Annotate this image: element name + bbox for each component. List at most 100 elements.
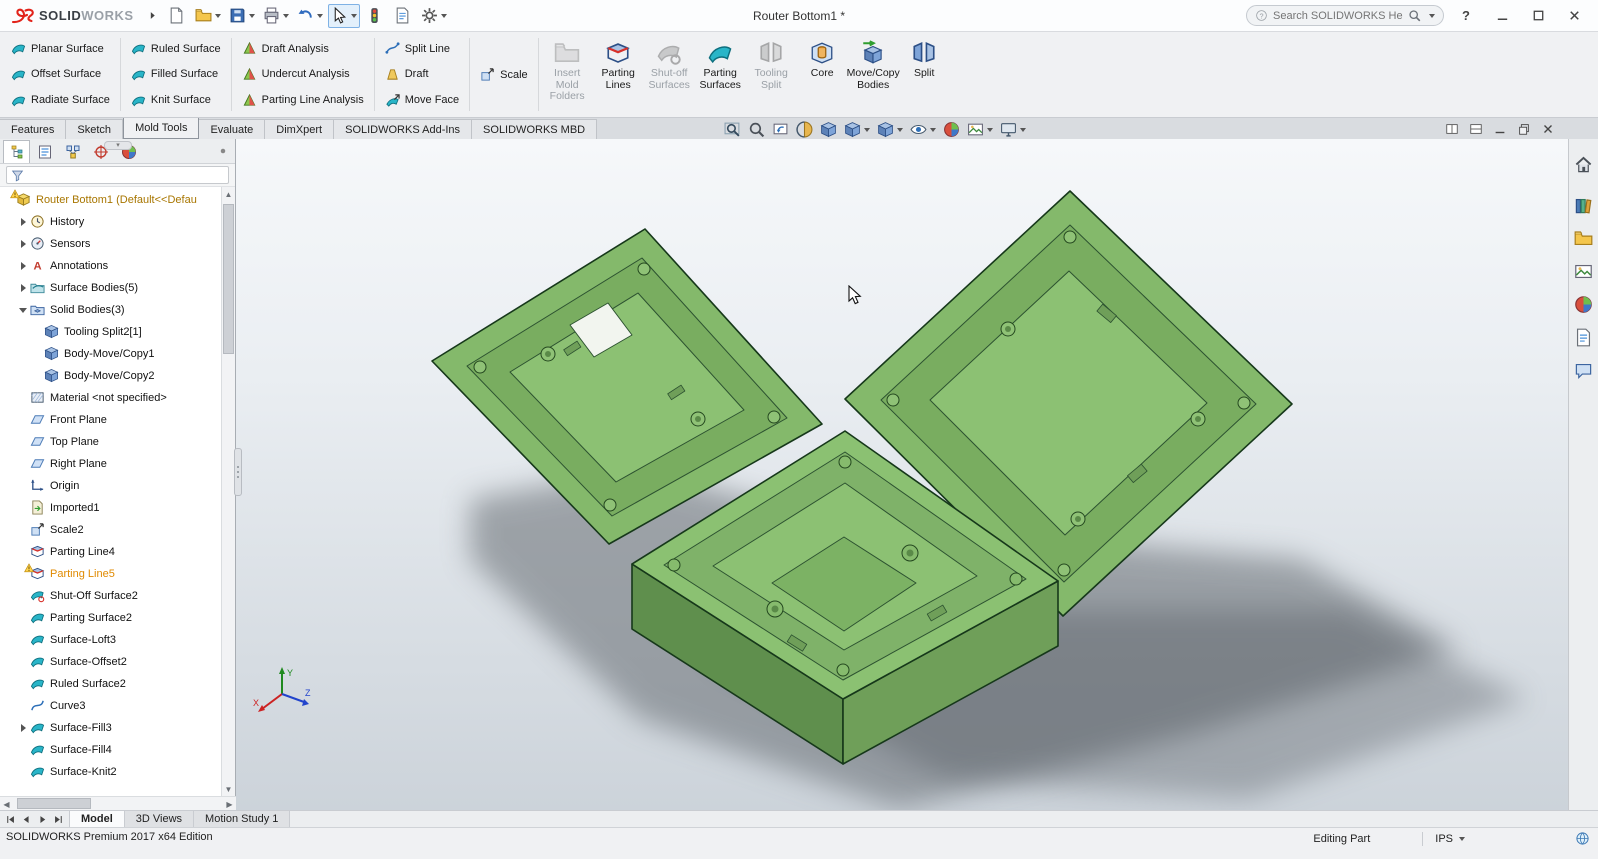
tree-item-surface-bodies-5[interactable]: Surface Bodies(5) <box>0 277 221 299</box>
scale-button[interactable]: Scale <box>475 65 533 84</box>
model-tab-last-button[interactable] <box>51 812 66 826</box>
home-button[interactable] <box>1573 153 1595 175</box>
offset-surface-button[interactable]: Offset Surface <box>6 65 115 84</box>
radiate-surface-button[interactable]: Radiate Surface <box>6 91 115 110</box>
scroll-up-icon[interactable]: ▲ <box>222 187 235 201</box>
model-tab-model[interactable]: Model <box>70 811 125 827</box>
insert-mold-folders-button[interactable]: Insert Mold Folders <box>542 35 593 114</box>
close-button[interactable] <box>1560 5 1588 27</box>
tree-item-ruled-surface2[interactable]: Ruled Surface2 <box>0 673 221 695</box>
dynamic-annotation-views-button[interactable] <box>818 120 839 139</box>
expand-right-icon[interactable] <box>17 282 29 294</box>
undercut-analysis-button[interactable]: Undercut Analysis <box>237 65 369 84</box>
tree-item-imported1[interactable]: Imported1 <box>0 497 221 519</box>
parting-line-analysis-button[interactable]: Parting Line Analysis <box>237 91 369 110</box>
horizontal-scroll-thumb[interactable] <box>17 798 91 809</box>
options-button[interactable] <box>418 4 450 28</box>
model-tab-motion-study-1[interactable]: Motion Study 1 <box>194 811 291 827</box>
open-button[interactable] <box>192 4 224 28</box>
tree-item-solid-bodies-3[interactable]: Solid Bodies(3) <box>0 299 221 321</box>
panel-splitter-handle[interactable] <box>234 448 242 496</box>
split-button[interactable]: Split <box>899 35 950 114</box>
tree-item-surface-knit2[interactable]: Surface-Knit2 <box>0 761 221 783</box>
new-document-button[interactable] <box>164 4 190 28</box>
chevron-right-icon[interactable] <box>217 145 229 157</box>
minimize-document-button[interactable] <box>1491 121 1508 137</box>
display-style-button[interactable] <box>875 120 905 139</box>
tree-item-shut-off-surface2[interactable]: Shut-Off Surface2 <box>0 585 221 607</box>
view-palette-button[interactable] <box>1573 260 1595 282</box>
tree-item-router-bottom1-default-defau[interactable]: Router Bottom1 (Default<<Defau <box>0 189 221 211</box>
split-horizontal-button[interactable] <box>1443 121 1460 137</box>
search-icon[interactable] <box>1408 9 1421 22</box>
draft-analysis-button[interactable]: Draft Analysis <box>237 39 369 58</box>
zoom-to-fit-button[interactable] <box>722 120 743 139</box>
appearances-button[interactable] <box>1573 293 1595 315</box>
tree-item-curve3[interactable]: Curve3 <box>0 695 221 717</box>
parting-surfaces-button[interactable]: Parting Surfaces <box>695 35 746 114</box>
move-face-button[interactable]: Move Face <box>380 91 464 110</box>
design-library-button[interactable] <box>1573 194 1595 216</box>
model-tab-next-button[interactable] <box>35 812 50 826</box>
tree-item-surface-fill4[interactable]: Surface-Fill4 <box>0 739 221 761</box>
section-view-button[interactable] <box>794 120 815 139</box>
apply-scene-button[interactable] <box>965 120 995 139</box>
move-copy-bodies-button[interactable]: Move/Copy Bodies <box>847 35 900 114</box>
core-button[interactable]: Core <box>797 35 848 114</box>
undo-button[interactable] <box>294 4 326 28</box>
split-line-button[interactable]: Split Line <box>380 39 464 58</box>
viewport-3d[interactable]: Y X Z <box>236 139 1568 810</box>
print-button[interactable] <box>260 4 292 28</box>
help-button[interactable]: ? <box>1452 5 1480 27</box>
ruled-surface-button[interactable]: Ruled Surface <box>126 39 226 58</box>
tree-item-front-plane[interactable]: Front Plane <box>0 409 221 431</box>
3d-model-router-bottom-mold[interactable] <box>236 139 1568 810</box>
previous-view-button[interactable] <box>770 120 791 139</box>
draft-button[interactable]: Draft <box>380 65 464 84</box>
help-search[interactable]: ? <box>1246 5 1444 26</box>
configurationmanager-tab[interactable] <box>59 140 86 163</box>
tree-item-top-plane[interactable]: Top Plane <box>0 431 221 453</box>
select-button[interactable] <box>327 3 360 28</box>
tree-item-parting-surface2[interactable]: Parting Surface2 <box>0 607 221 629</box>
zoom-to-area-button[interactable] <box>746 120 767 139</box>
tab-features[interactable]: Features <box>0 119 67 139</box>
tree-item-material-not-specified[interactable]: Material <not specified> <box>0 387 221 409</box>
tree-item-sensors[interactable]: Sensors <box>0 233 221 255</box>
tree-item-parting-line5[interactable]: Parting Line5 <box>0 563 221 585</box>
tree-item-parting-line4[interactable]: Parting Line4 <box>0 541 221 563</box>
filled-surface-button[interactable]: Filled Surface <box>126 65 226 84</box>
save-button[interactable] <box>226 4 258 28</box>
panel-collapse-handle[interactable]: ▾ <box>104 141 132 150</box>
help-search-input[interactable] <box>1273 9 1403 22</box>
tab-solidworks-mbd[interactable]: SOLIDWORKS MBD <box>472 119 598 139</box>
minimize-button[interactable] <box>1488 5 1516 27</box>
tab-evaluate[interactable]: Evaluate <box>199 119 266 139</box>
tree-item-body-move-copy2[interactable]: Body-Move/Copy2 <box>0 365 221 387</box>
tree-item-scale2[interactable]: Scale2 <box>0 519 221 541</box>
units-selector[interactable]: IPS <box>1435 833 1465 845</box>
propertymanager-tab[interactable] <box>31 140 58 163</box>
custom-properties-button[interactable] <box>1573 326 1595 348</box>
tree-item-tooling-split2-1[interactable]: Tooling Split2[1] <box>0 321 221 343</box>
tree-item-surface-offset2[interactable]: Surface-Offset2 <box>0 651 221 673</box>
vertical-scroll-thumb[interactable] <box>223 204 234 354</box>
hide-show-items-button[interactable] <box>908 120 938 139</box>
scroll-left-icon[interactable]: ◀ <box>0 797 13 811</box>
file-properties-button[interactable] <box>390 4 416 28</box>
expand-right-icon[interactable] <box>17 260 29 272</box>
shut-off-surfaces-button[interactable]: Shut-off Surfaces <box>644 35 695 114</box>
search-scope-caret-icon[interactable] <box>1429 13 1435 18</box>
maximize-button[interactable] <box>1524 5 1552 27</box>
restore-document-button[interactable] <box>1515 121 1532 137</box>
model-tab-first-button[interactable] <box>3 812 18 826</box>
scroll-down-icon[interactable]: ▼ <box>222 782 235 796</box>
tree-item-surface-fill3[interactable]: Surface-Fill3 <box>0 717 221 739</box>
planar-surface-button[interactable]: Planar Surface <box>6 39 115 58</box>
tree-filter-input[interactable] <box>6 166 229 184</box>
tree-item-history[interactable]: History <box>0 211 221 233</box>
model-tab-3d-views[interactable]: 3D Views <box>124 811 195 827</box>
tree-item-annotations[interactable]: A Annotations <box>0 255 221 277</box>
view-settings-button[interactable] <box>998 120 1028 139</box>
tooling-split-button[interactable]: Tooling Split <box>746 35 797 114</box>
